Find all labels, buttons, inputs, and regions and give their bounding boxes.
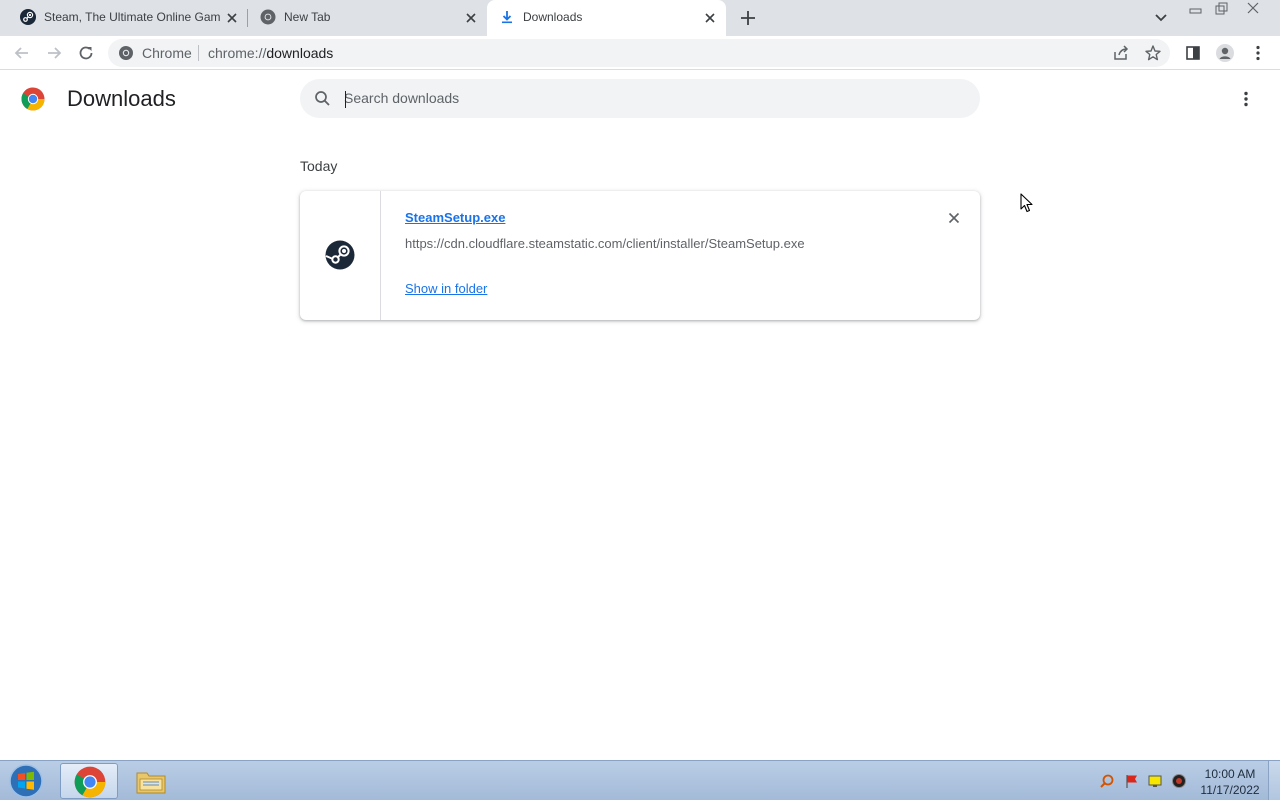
- search-icon: [315, 91, 330, 106]
- tab-title: New Tab: [284, 10, 331, 24]
- show-desktop-button[interactable]: [1268, 761, 1280, 800]
- search-tray-icon[interactable]: [1099, 773, 1115, 789]
- download-source-url: https://cdn.cloudflare.steamstatic.com/c…: [405, 236, 805, 251]
- clock-date: 11/17/2022: [1200, 783, 1260, 797]
- restore-icon[interactable]: [1208, 0, 1234, 18]
- taskbar: 10:00 AM 11/17/2022: [0, 760, 1280, 800]
- reload-icon[interactable]: [75, 42, 97, 64]
- tab-title: Downloads: [523, 10, 583, 24]
- steam-icon: [20, 9, 36, 25]
- site-chip: Chrome: [142, 45, 192, 61]
- tab-title: Steam, The Ultimate Online Gam: [44, 10, 221, 24]
- share-icon[interactable]: [1112, 44, 1130, 62]
- start-button-icon[interactable]: [6, 763, 46, 799]
- url-path: downloads: [266, 45, 334, 61]
- show-in-folder-link[interactable]: Show in folder: [405, 281, 487, 296]
- downloads-page: Downloads Today SteamSetup.exe https://c…: [0, 71, 1280, 760]
- window-close-icon[interactable]: [1240, 0, 1266, 18]
- page-title: Downloads: [67, 86, 176, 111]
- tab-steam[interactable]: Steam, The Ultimate Online Gam: [8, 0, 248, 36]
- chrome-icon: [74, 766, 106, 798]
- close-icon[interactable]: [463, 10, 479, 26]
- steam-icon: [325, 240, 355, 270]
- side-panel-icon[interactable]: [1183, 43, 1203, 63]
- file-icon-column: [300, 191, 381, 320]
- search-input[interactable]: [344, 88, 944, 108]
- text-caret: [345, 91, 346, 108]
- taskbar-chrome[interactable]: [60, 763, 118, 799]
- folder-icon: [136, 772, 166, 794]
- back-icon[interactable]: [11, 42, 33, 64]
- url-text: chrome://downloads: [208, 45, 333, 61]
- menu-kebab-icon[interactable]: [1248, 43, 1268, 63]
- download-file-link[interactable]: SteamSetup.exe: [405, 210, 505, 225]
- profile-icon[interactable]: [1215, 43, 1235, 63]
- mouse-cursor-icon: [1020, 193, 1033, 213]
- taskbar-clock[interactable]: 10:00 AM 11/17/2022: [1196, 766, 1264, 798]
- taskbar-explorer[interactable]: [122, 763, 180, 799]
- date-header: Today: [300, 158, 338, 174]
- network-icon[interactable]: [1147, 773, 1163, 789]
- address-bar[interactable]: Chrome chrome://downloads: [108, 39, 1170, 67]
- close-icon[interactable]: [702, 10, 718, 26]
- chrome-icon: [260, 9, 276, 25]
- download-item: SteamSetup.exe https://cdn.cloudflare.st…: [300, 191, 980, 320]
- chrome-icon: [119, 46, 133, 60]
- search-bar[interactable]: [300, 79, 980, 118]
- action-center-flag-icon[interactable]: [1124, 773, 1140, 789]
- browser-toolbar: Chrome chrome://downloads: [0, 36, 1280, 70]
- chevron-down-icon[interactable]: [1152, 8, 1170, 26]
- bookmark-star-icon[interactable]: [1144, 44, 1162, 62]
- minimize-icon[interactable]: [1183, 0, 1209, 18]
- close-icon[interactable]: [224, 10, 240, 26]
- chrome-logo-icon: [21, 87, 45, 111]
- tab-new-tab[interactable]: New Tab: [248, 0, 486, 36]
- tab-downloads[interactable]: Downloads: [487, 0, 726, 36]
- download-icon: [502, 11, 512, 24]
- url-scheme: chrome://: [208, 45, 267, 61]
- clock-time: 10:00 AM: [1204, 767, 1256, 781]
- address-divider: [198, 45, 199, 61]
- more-actions-icon[interactable]: [1236, 89, 1256, 109]
- volume-icon[interactable]: [1171, 773, 1187, 789]
- forward-icon[interactable]: [43, 42, 65, 64]
- new-tab-icon[interactable]: [738, 8, 758, 28]
- remove-download-icon[interactable]: [946, 210, 962, 226]
- tab-strip: Steam, The Ultimate Online Gam New Tab D…: [0, 0, 1280, 36]
